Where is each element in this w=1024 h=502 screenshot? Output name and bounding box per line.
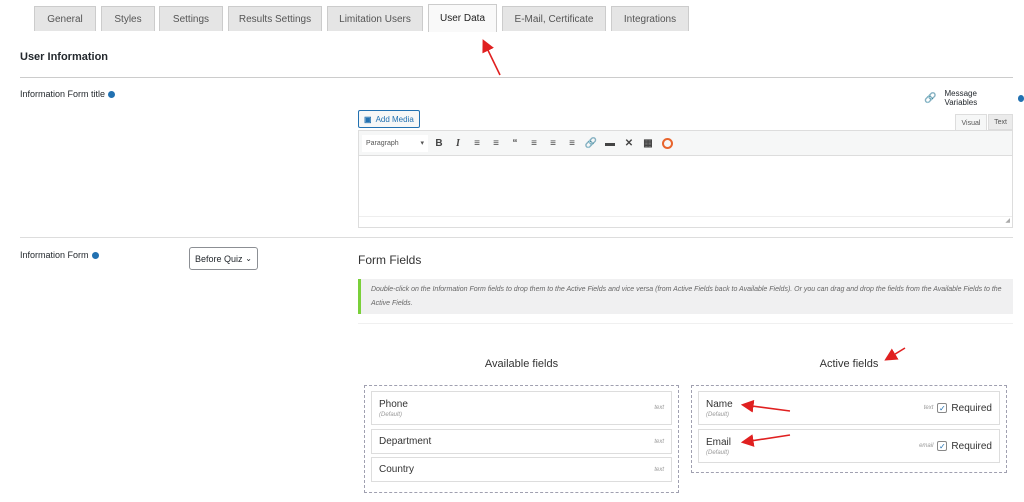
arrow-name <box>740 399 791 413</box>
arrow-user-data <box>482 39 501 76</box>
arrow-active-fields <box>884 347 906 361</box>
annotation-arrows <box>482 39 906 447</box>
arrow-email <box>740 434 791 447</box>
